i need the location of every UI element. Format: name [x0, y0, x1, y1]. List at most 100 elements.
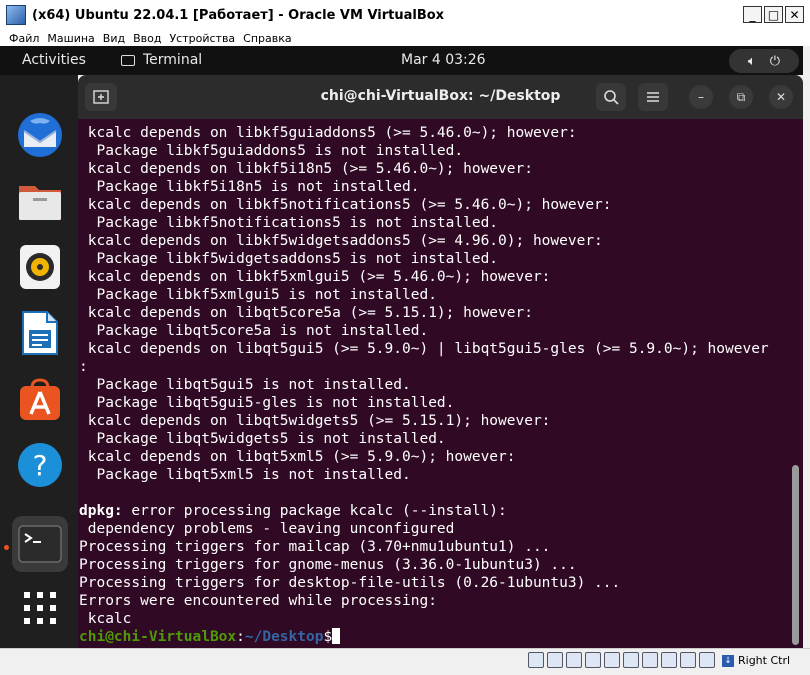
- terminal-text: kcalc depends on libkf5guiaddons5 (>= 5.…: [79, 124, 769, 646]
- video-capture-icon[interactable]: [661, 652, 677, 668]
- active-indicator: [4, 545, 9, 550]
- terminal-line: Package libkf5guiaddons5 is not installe…: [79, 143, 464, 159]
- app-menu[interactable]: Terminal: [121, 52, 202, 68]
- prompt-symbol: $: [323, 629, 333, 645]
- dock-thunderbird[interactable]: [12, 107, 68, 163]
- new-tab-icon: [93, 90, 109, 104]
- libreoffice-writer-icon: [22, 311, 58, 355]
- terminal-line: kcalc depends on libqt5core5a (>= 5.15.1…: [79, 305, 533, 321]
- prompt-line: chi@chi-VirtualBox:~/Desktop$: [79, 628, 769, 646]
- virtualbox-icon: [6, 5, 26, 25]
- terminal-line: kcalc depends on libqt5widgets5 (>= 5.15…: [79, 413, 551, 429]
- close-icon: ✕: [775, 90, 787, 104]
- app-center-icon: [20, 378, 60, 420]
- hard-disk-icon[interactable]: [528, 652, 544, 668]
- menu-devices[interactable]: Устройства: [169, 32, 235, 45]
- volume-icon: 🔈︎: [747, 53, 756, 69]
- window-title: (x64) Ubuntu 22.04.1 [Работает] - Oracle…: [32, 7, 445, 23]
- close-button[interactable]: ✕: [785, 6, 804, 23]
- activities-button[interactable]: Activities: [22, 52, 86, 68]
- terminal-minimize-button[interactable]: –: [689, 85, 713, 109]
- hamburger-icon: [647, 92, 659, 102]
- terminal-line: kcalc depends on libkf5guiaddons5 (>= 5.…: [79, 125, 577, 141]
- terminal-line: Processing triggers for gnome-menus (3.3…: [79, 557, 577, 573]
- ubuntu-top-bar: Activities Terminal Mar 4 03:26 🔈︎ ⏻: [0, 46, 803, 75]
- menu-help[interactable]: Справка: [243, 32, 291, 45]
- optical-disk-icon[interactable]: [547, 652, 563, 668]
- show-apps-icon: [24, 592, 56, 624]
- terminal-line: Package libkf5i18n5 is not installed.: [79, 179, 420, 195]
- prompt-user: chi@chi-VirtualBox: [79, 629, 237, 645]
- vbox-status-bar: ↓ Right Ctrl: [0, 648, 810, 675]
- host-key-indicator: ↓ Right Ctrl: [722, 654, 790, 667]
- clock[interactable]: Mar 4 03:26: [401, 52, 486, 68]
- system-menu[interactable]: 🔈︎ ⏻: [729, 49, 799, 73]
- terminal-line: Processing triggers for desktop-file-uti…: [79, 575, 621, 591]
- terminal-app-icon: [121, 54, 135, 66]
- power-icon: ⏻: [769, 53, 781, 69]
- terminal-line: kcalc depends on libkf5notifications5 (>…: [79, 197, 612, 213]
- terminal-line: dpkg: error processing package kcalc (--…: [79, 503, 507, 519]
- shared-folders-icon[interactable]: [623, 652, 639, 668]
- terminal-line: Package libqt5core5a is not installed.: [79, 323, 429, 339]
- host-key-label: Right Ctrl: [738, 654, 791, 667]
- terminal-line: Package libkf5notifications5 is not inst…: [79, 215, 499, 231]
- terminal-output[interactable]: kcalc depends on libkf5guiaddons5 (>= 5.…: [78, 119, 803, 648]
- prompt-separator: :: [236, 629, 245, 645]
- search-icon: [604, 90, 619, 105]
- terminal-line: kcalc depends on libqt5xml5 (>= 5.9.0~);…: [79, 449, 516, 465]
- audio-icon[interactable]: [566, 652, 582, 668]
- terminal-line: Package libkf5widgetsaddons5 is not inst…: [79, 251, 499, 267]
- terminal-maximize-button[interactable]: ⧉: [729, 85, 753, 109]
- rhythmbox-icon: [20, 245, 60, 289]
- terminal-line: kcalc depends on libkf5xmlgui5 (>= 5.46.…: [79, 269, 551, 285]
- hamburger-menu-button[interactable]: [638, 83, 668, 111]
- terminal-line: :: [79, 359, 88, 375]
- dock: ?: [0, 75, 78, 648]
- terminal-line: Errors were encountered while processing…: [79, 593, 437, 609]
- terminal-line: kcalc depends on libkf5i18n5 (>= 5.46.0~…: [79, 161, 533, 177]
- dock-show-apps[interactable]: [12, 580, 68, 636]
- dock-writer[interactable]: [12, 305, 68, 361]
- menu-file[interactable]: Файл: [9, 32, 39, 45]
- maximize-icon: ⧉: [736, 90, 746, 104]
- terminal-close-button[interactable]: ✕: [769, 85, 793, 109]
- dpkg-prefix: dpkg:: [79, 503, 123, 519]
- terminal-line: Package libqt5gui5 is not installed.: [79, 377, 411, 393]
- vbox-title-bar: (x64) Ubuntu 22.04.1 [Работает] - Oracle…: [0, 0, 810, 30]
- dock-help[interactable]: ?: [12, 437, 68, 493]
- terminal-icon: [18, 525, 62, 563]
- search-button[interactable]: [596, 83, 626, 111]
- terminal-line: kcalc depends on libqt5gui5 (>= 5.9.0~) …: [79, 341, 769, 357]
- terminal-line: kcalc depends on libkf5widgetsaddons5 (>…: [79, 233, 603, 249]
- terminal-line: Processing triggers for mailcap (3.70+nm…: [79, 539, 551, 555]
- menu-machine[interactable]: Машина: [47, 32, 94, 45]
- host-key-arrow-icon: ↓: [722, 654, 734, 667]
- terminal-line: dependency problems - leaving unconfigur…: [79, 521, 455, 537]
- terminal-line: Package libqt5gui5-gles is not installed…: [79, 395, 455, 411]
- terminal-scrollbar[interactable]: [792, 465, 799, 645]
- dock-rhythmbox[interactable]: [12, 239, 68, 295]
- vbox-menu-bar: Файл Машина Вид Ввод Устройства Справка: [0, 30, 810, 46]
- usb-icon[interactable]: [604, 652, 620, 668]
- new-tab-button[interactable]: [85, 83, 117, 111]
- terminal-line: Package libkf5xmlgui5 is not installed.: [79, 287, 437, 303]
- network-icon[interactable]: [585, 652, 601, 668]
- dock-terminal[interactable]: [12, 516, 68, 572]
- dock-files[interactable]: [12, 173, 68, 229]
- display-icon[interactable]: [642, 652, 658, 668]
- svg-text:?: ?: [33, 449, 48, 482]
- terminal-header-bar: chi@chi-VirtualBox: ~/Desktop – ⧉ ✕: [78, 75, 803, 119]
- menu-input[interactable]: Ввод: [133, 32, 161, 45]
- minimize-button[interactable]: _: [743, 6, 762, 23]
- cpu-icon[interactable]: [680, 652, 696, 668]
- terminal-line: kcalc: [79, 611, 132, 627]
- terminal-line: Package libqt5xml5 is not installed.: [79, 467, 411, 483]
- prompt-path: ~/Desktop: [244, 629, 324, 645]
- dock-app-center[interactable]: [12, 371, 68, 427]
- menu-view[interactable]: Вид: [103, 32, 125, 45]
- maximize-button[interactable]: □: [764, 6, 783, 23]
- files-icon: [19, 186, 61, 220]
- mouse-integration-icon[interactable]: [699, 652, 715, 668]
